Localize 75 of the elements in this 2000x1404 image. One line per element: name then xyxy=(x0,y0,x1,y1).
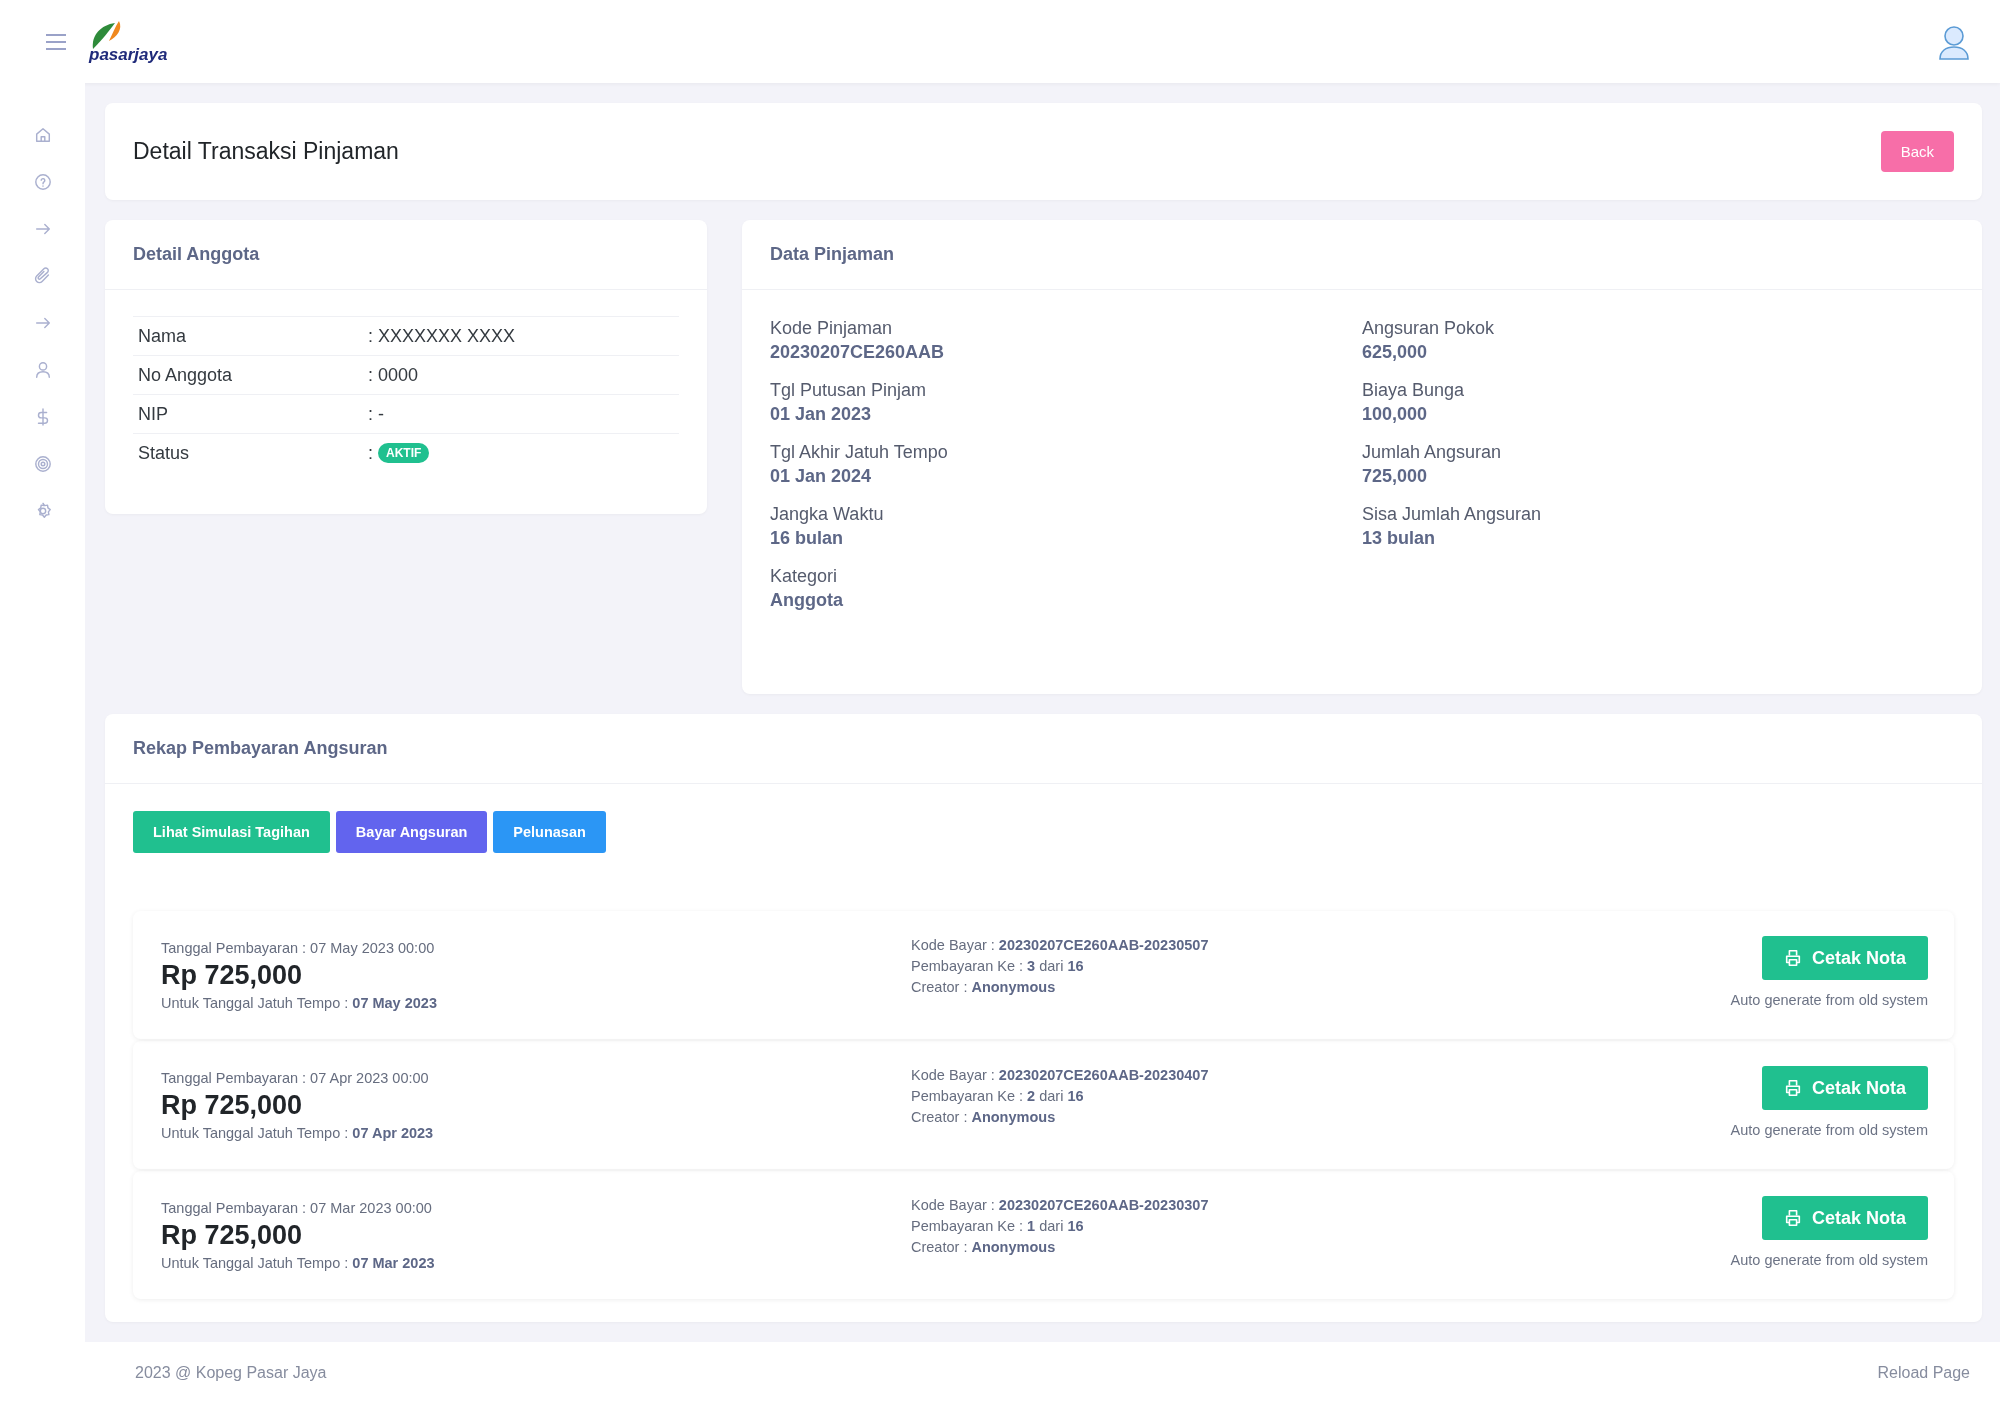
due-date: Untuk Tanggal Jatuh Tempo : 07 May 2023 xyxy=(161,994,438,1011)
home-icon[interactable] xyxy=(33,126,52,144)
menu-icon[interactable] xyxy=(45,33,67,50)
field-value: 625,000 xyxy=(1362,342,1429,363)
field-label: Sisa Jumlah Angsuran xyxy=(1362,504,1543,525)
field-value: 16 bulan xyxy=(770,528,845,549)
note-text: Auto generate from old system xyxy=(1730,1122,1928,1138)
help-icon[interactable] xyxy=(33,173,52,191)
clip-icon[interactable] xyxy=(33,267,52,285)
payment-date: Tanggal Pembayaran : 07 Apr 2023 00:00 xyxy=(161,1069,430,1086)
action-button[interactable]: Lihat Simulasi Tagihan xyxy=(133,811,330,853)
field-label: Tgl Akhir Jatuh Tempo xyxy=(770,442,949,463)
payment-amount: Rp 725,000 xyxy=(161,1089,304,1121)
field-label: Status xyxy=(138,442,191,464)
status-badge: AKTIF xyxy=(378,443,430,463)
field-value: 01 Jan 2024 xyxy=(770,466,873,487)
field-label: Jumlah Angsuran xyxy=(1362,442,1503,463)
field-value: 13 bulan xyxy=(1362,528,1437,549)
field-value: 20230207CE260AAB xyxy=(770,342,946,363)
field-label: Tgl Putusan Pinjam xyxy=(770,380,928,401)
print-receipt-button[interactable]: Cetak Nota xyxy=(1761,1196,1928,1240)
colon-separator: : xyxy=(368,442,373,464)
payment-amount: Rp 725,000 xyxy=(161,1219,304,1251)
card-title: Data Pinjaman xyxy=(742,220,1982,290)
reload-page-link[interactable]: Reload Page xyxy=(1877,1364,1970,1382)
copyright-text: 2023 @ Kopeg Pasar Jaya xyxy=(135,1364,327,1382)
payment-code: Kode Bayar : 20230207CE260AAB-20230407 xyxy=(911,1067,1210,1083)
field-value: 100,000 xyxy=(1362,404,1429,425)
creator: Creator : Anonymous xyxy=(911,1239,1057,1255)
colon-separator: : xyxy=(368,325,373,347)
field-label: No Anggota xyxy=(138,364,234,386)
user-avatar-icon[interactable] xyxy=(1938,23,1970,60)
field-value: XXXXXXX XXXX xyxy=(378,325,516,347)
target-icon[interactable] xyxy=(33,455,52,473)
field-label: Angsuran Pokok xyxy=(1362,318,1496,339)
printer-icon xyxy=(1783,1079,1802,1097)
field-label: NIP xyxy=(138,403,169,425)
field-label: Kode Pinjaman xyxy=(770,318,894,339)
card-title: Rekap Pembayaran Angsuran xyxy=(105,714,1982,784)
payment-date: Tanggal Pembayaran : 07 Mar 2023 00:00 xyxy=(161,1199,433,1216)
back-button[interactable]: Back xyxy=(1880,131,1954,172)
due-date: Untuk Tanggal Jatuh Tempo : 07 Apr 2023 xyxy=(161,1124,435,1141)
page-title: Detail Transaksi Pinjaman xyxy=(133,138,399,165)
installment-number: Pembayaran Ke : 1 dari 16 xyxy=(911,1218,1085,1234)
field-value: 725,000 xyxy=(1362,466,1429,487)
payment-code: Kode Bayar : 20230207CE260AAB-20230307 xyxy=(911,1197,1210,1213)
printer-icon xyxy=(1783,949,1802,967)
field-label: Jangka Waktu xyxy=(770,504,885,525)
note-text: Auto generate from old system xyxy=(1730,992,1928,1008)
field-label: Kategori xyxy=(770,566,839,587)
card-title: Detail Anggota xyxy=(105,220,707,290)
field-label: Biaya Bunga xyxy=(1362,380,1466,401)
brand-name: pasarjaya xyxy=(89,44,168,65)
field-value: 01 Jan 2023 xyxy=(770,404,873,425)
payment-code: Kode Bayar : 20230207CE260AAB-20230507 xyxy=(911,937,1210,953)
print-receipt-button[interactable]: Cetak Nota xyxy=(1761,1066,1928,1110)
field-label: Nama xyxy=(138,325,187,347)
installment-number: Pembayaran Ke : 2 dari 16 xyxy=(911,1088,1085,1104)
field-value: 0000 xyxy=(378,364,419,386)
payment-amount: Rp 725,000 xyxy=(161,959,304,991)
action-button[interactable]: Pelunasan xyxy=(493,811,606,853)
payment-date: Tanggal Pembayaran : 07 May 2023 00:00 xyxy=(161,939,436,956)
creator: Creator : Anonymous xyxy=(911,979,1057,995)
installment-number: Pembayaran Ke : 3 dari 16 xyxy=(911,958,1085,974)
creator: Creator : Anonymous xyxy=(911,1109,1057,1125)
printer-icon xyxy=(1783,1209,1802,1227)
print-receipt-button[interactable]: Cetak Nota xyxy=(1761,936,1928,980)
field-value: Anggota xyxy=(770,590,844,611)
note-text: Auto generate from old system xyxy=(1730,1252,1928,1268)
colon-separator: : xyxy=(368,364,373,386)
user-icon[interactable] xyxy=(33,361,52,379)
due-date: Untuk Tanggal Jatuh Tempo : 07 Mar 2023 xyxy=(161,1254,436,1271)
colon-separator: : xyxy=(368,403,373,425)
action-button[interactable]: Bayar Angsuran xyxy=(335,811,488,853)
field-value: - xyxy=(378,403,384,425)
